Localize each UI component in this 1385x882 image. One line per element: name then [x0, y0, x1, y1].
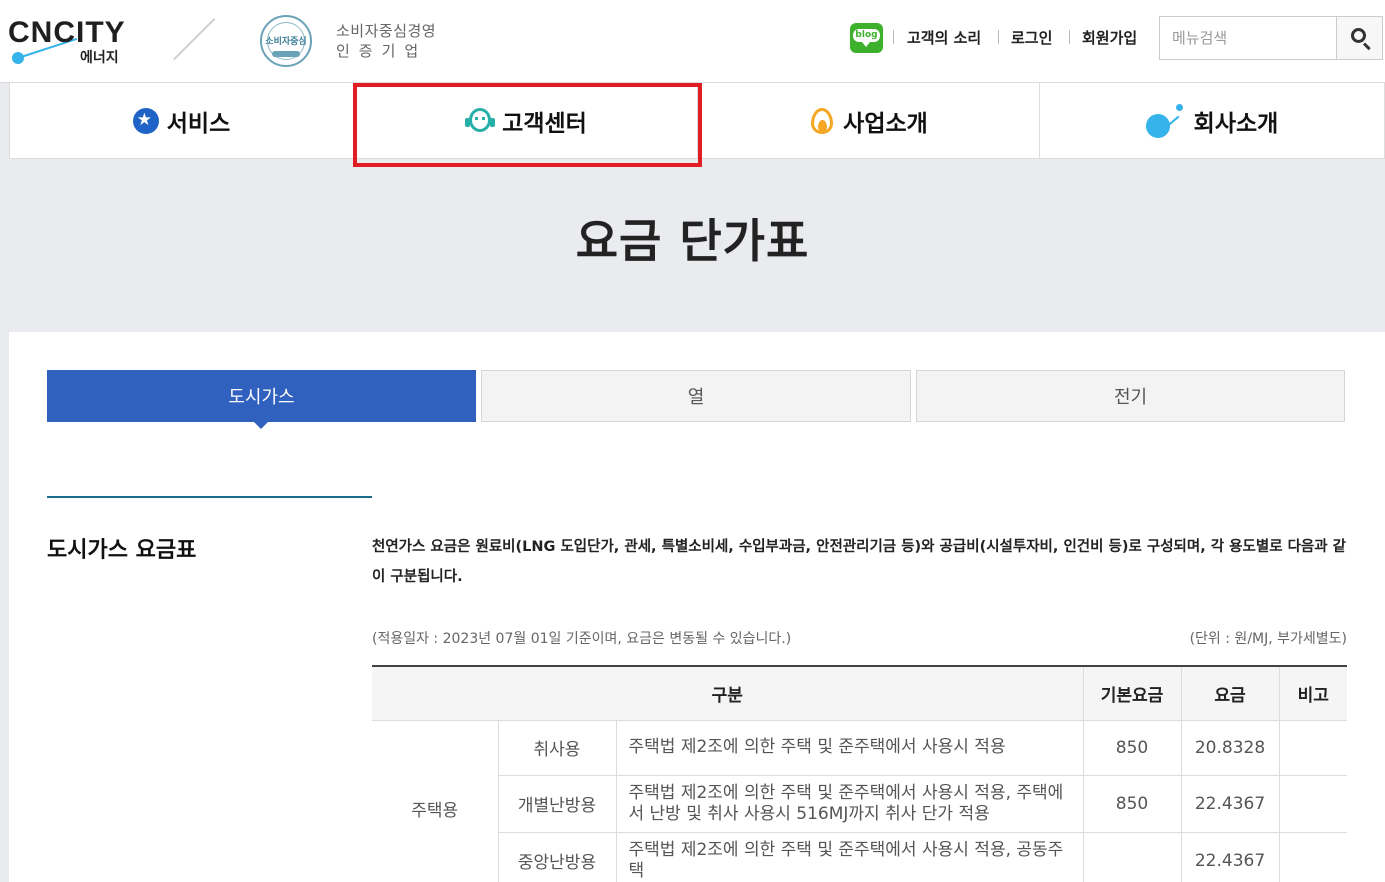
util-separator [893, 30, 894, 44]
desc-cell: 주택법 제2조에 의한 주택 및 준주택에서 사용시 적용 [615, 720, 1083, 776]
cert-badge-label: 소비자중심 [265, 37, 307, 47]
tab-city-gas[interactable]: 도시가스 [47, 370, 476, 422]
rate-cell: 22.4367 [1180, 832, 1279, 882]
nav-item-customer-center[interactable]: 고객센터 [354, 83, 698, 158]
section-description: 천연가스 요금은 원료비(LNG 도입단가, 관세, 특별소비세, 수입부과금,… [372, 539, 1346, 585]
flame-icon [809, 106, 835, 136]
rate-cell: 20.8328 [1180, 720, 1279, 776]
util-separator [1069, 30, 1070, 44]
nav-item-label: 서비스 [166, 110, 231, 137]
nav-item-company[interactable]: 회사소개 [1040, 83, 1385, 158]
tab-electricity[interactable]: 전기 [916, 370, 1345, 422]
type-cell: 개별난방용 [497, 775, 616, 833]
nav-item-business[interactable]: 사업소개 [698, 83, 1040, 158]
search-button[interactable] [1336, 17, 1382, 59]
search-icon [1351, 28, 1366, 43]
rate-cell: 22.4367 [1180, 775, 1279, 833]
group-cell: 주택용 [372, 720, 498, 882]
section-divider [47, 496, 372, 498]
type-cell: 취사용 [497, 720, 616, 776]
nav-item-label: 회사소개 [1193, 110, 1279, 137]
signup-link[interactable]: 회원가입 [1082, 27, 1137, 48]
base-fee-cell [1082, 832, 1181, 882]
content-panel: 도시가스 열 전기 도시가스 요금표 천연가스 요금은 원료비(LNG 도입단가… [9, 332, 1385, 882]
header-rate: 요금 [1180, 665, 1279, 721]
price-table: 구분 기본요금 요금 비고 주택용 취사용 주택법 제2조에 의한 주택 및 준… [372, 665, 1347, 882]
main-navigation: 서비스 고객센터 사업소개 회사소개 [9, 83, 1385, 159]
nav-item-service[interactable]: 서비스 [10, 83, 354, 158]
logo-dot [12, 52, 24, 64]
nav-item-label: 고객센터 [502, 110, 587, 137]
active-tab-pointer [253, 421, 269, 429]
site-header: CNCITY 에너지 소비자중심 소비자중심경영 인증기업 blog 고객의 소… [0, 0, 1385, 83]
page-title: 요금 단가표 [575, 214, 810, 268]
remark-cell [1278, 720, 1347, 776]
cncity-logo[interactable]: CNCITY 에너지 [8, 16, 138, 66]
desc-cell: 주택법 제2조에 의한 주택 및 준주택에서 사용시 적용, 주택에서 난방 및… [615, 775, 1083, 833]
table-row: 개별난방용 주택법 제2조에 의한 주택 및 준주택에서 사용시 적용, 주택에… [372, 775, 1347, 833]
logo-text: CNCITY [8, 16, 126, 49]
type-cell: 중앙난방용 [497, 832, 616, 882]
menu-search-input[interactable] [1160, 17, 1336, 59]
certification-badge-icon: 소비자중심 [260, 15, 312, 67]
divider-slash [172, 18, 216, 61]
remark-cell [1278, 775, 1347, 833]
star-icon [132, 107, 159, 134]
table-row: 중앙난방용 주택법 제2조에 의한 주택 및 준주택에서 사용시 적용, 공동주… [372, 832, 1347, 882]
table-header-row: 구분 기본요금 요금 비고 [372, 665, 1347, 721]
tab-heat[interactable]: 열 [481, 370, 911, 422]
cert-text-line1: 소비자중심경영 [336, 22, 437, 40]
effective-date-note: (적용일자 : 2023년 07월 01일 기준이며, 요금은 변동될 수 있습… [372, 631, 792, 647]
section-title: 도시가스 요금표 [47, 538, 197, 563]
planet-icon [1145, 103, 1186, 138]
header-remark: 비고 [1278, 665, 1347, 721]
blog-icon[interactable]: blog [850, 23, 883, 53]
base-fee-cell: 850 [1082, 720, 1181, 776]
base-fee-cell: 850 [1082, 775, 1181, 833]
voice-of-customer-link[interactable]: 고객의 소리 [907, 27, 981, 48]
menu-search [1159, 16, 1383, 60]
headset-icon [464, 105, 496, 137]
cert-text-line2: 인증기업 [336, 42, 428, 60]
util-separator [998, 30, 999, 44]
logo-subtext: 에너지 [80, 50, 119, 66]
header-category: 구분 [372, 665, 1083, 721]
remark-cell [1278, 832, 1347, 882]
desc-cell: 주택법 제2조에 의한 주택 및 준주택에서 사용시 적용, 공동주택 [615, 832, 1083, 882]
unit-note: (단위 : 원/MJ, 부가세별도) [1189, 631, 1347, 647]
blog-icon-label: blog [853, 29, 880, 42]
table-row: 주택용 취사용 주택법 제2조에 의한 주택 및 준주택에서 사용시 적용 85… [372, 720, 1347, 882]
header-base-fee: 기본요금 [1082, 665, 1181, 721]
nav-item-label: 사업소개 [843, 110, 928, 137]
login-link[interactable]: 로그인 [1011, 27, 1052, 48]
